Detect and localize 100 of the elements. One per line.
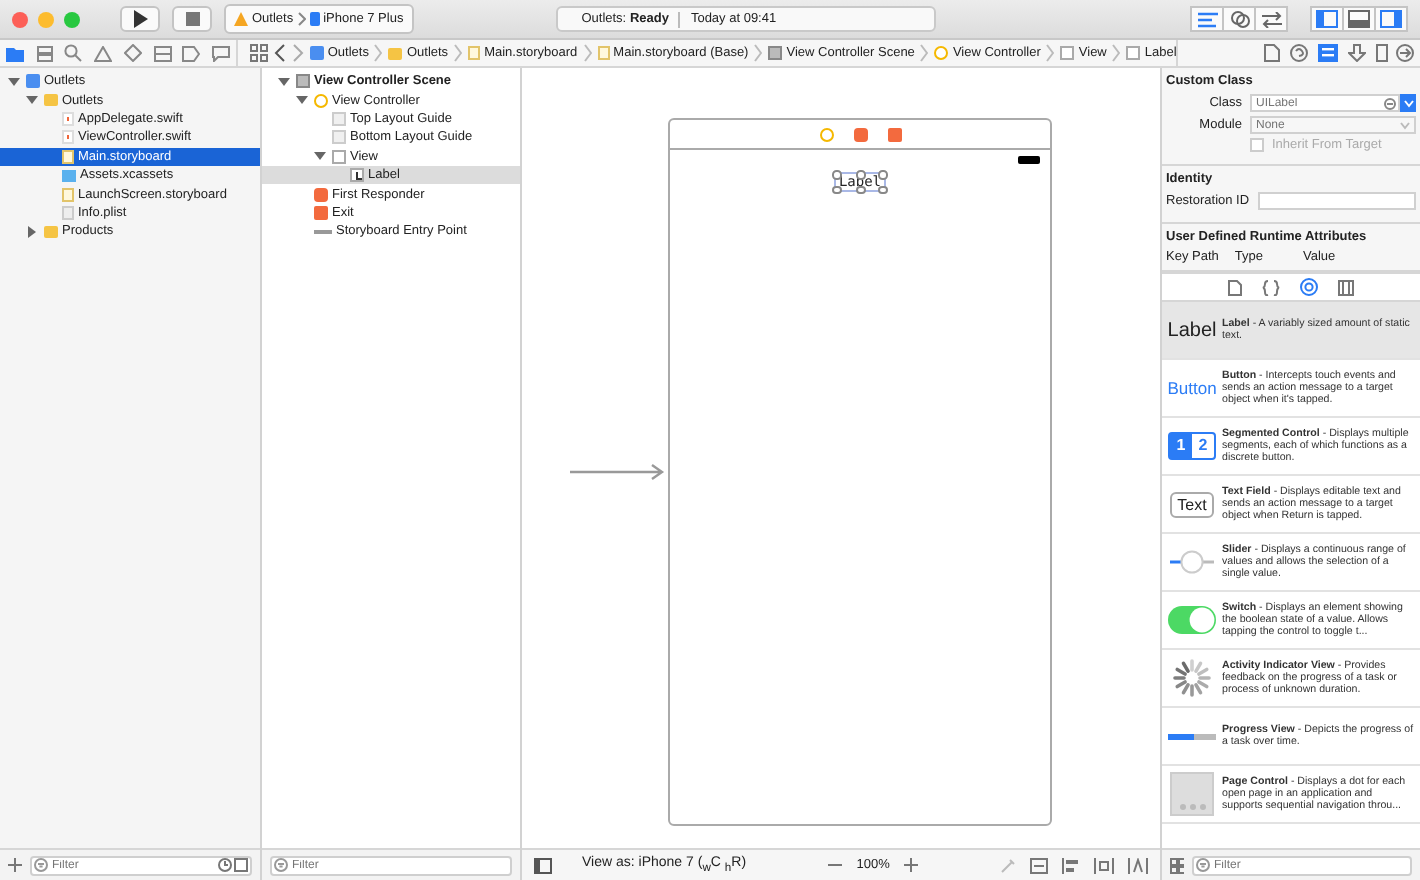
- chevron-icon: [1046, 44, 1055, 62]
- debug-toggle-button[interactable]: [1342, 6, 1376, 32]
- clock-icon[interactable]: [218, 858, 232, 872]
- help-icon[interactable]: [1289, 44, 1308, 62]
- hierarchy-icon[interactable]: [35, 45, 54, 61]
- stop-icon: [185, 12, 199, 26]
- dropdown-button[interactable]: [1400, 94, 1416, 112]
- project-icon: [26, 74, 40, 89]
- grid-icon[interactable]: [1170, 857, 1184, 873]
- ruler-icon[interactable]: [1375, 44, 1388, 62]
- media-icon[interactable]: [1338, 279, 1354, 295]
- stop-button[interactable]: [172, 6, 212, 32]
- sidebar-icon[interactable]: [534, 857, 552, 873]
- right-panel-icon: [1380, 10, 1402, 28]
- lines-icon: [1197, 11, 1217, 27]
- spinner-icon: [1172, 658, 1212, 698]
- label-icon: [1126, 46, 1141, 60]
- exit-icon[interactable]: [887, 127, 901, 141]
- speech-bubble-icon[interactable]: [212, 45, 230, 61]
- folder-icon: [388, 47, 403, 59]
- scene-icon: [296, 74, 310, 89]
- navigator-toggle-button[interactable]: [1310, 6, 1344, 32]
- pin-icon[interactable]: [1094, 857, 1115, 873]
- chevron-icon: [297, 12, 306, 26]
- chevron-icon: [374, 44, 383, 62]
- utilities-toggle-button[interactable]: [1374, 6, 1408, 32]
- segment-number: 1: [1170, 434, 1192, 458]
- text-field-preview: Text: [1169, 491, 1215, 517]
- search-icon[interactable]: [64, 44, 83, 62]
- button-preview: Button: [1167, 378, 1217, 398]
- bottom-panel-icon: [1348, 10, 1370, 28]
- left-panel-icon: [1316, 10, 1338, 28]
- chevron-icon: [1112, 44, 1121, 62]
- align-icon[interactable]: [1062, 857, 1081, 873]
- rings-icon: [1229, 10, 1249, 28]
- square-icon[interactable]: [234, 858, 248, 872]
- chevron-icon: [454, 44, 463, 62]
- progress-bar-drawing: [1168, 733, 1216, 739]
- first-responder-icon[interactable]: [853, 127, 867, 141]
- view-icon: [332, 149, 346, 164]
- close-button[interactable]: [12, 11, 28, 27]
- disclosure-open-icon[interactable]: [278, 75, 292, 88]
- restoration-id-field[interactable]: [1257, 192, 1416, 210]
- label-icon: [350, 168, 364, 183]
- back-icon[interactable]: [273, 44, 286, 62]
- first-responder-icon: [314, 187, 328, 202]
- segment-number: 2: [1196, 434, 1210, 458]
- debug-icon[interactable]: [153, 45, 172, 61]
- scene-icon: [768, 46, 783, 60]
- view-controller-icon: [314, 93, 328, 108]
- swap-arrows-icon: [1261, 11, 1281, 27]
- checkbox[interactable]: [1250, 138, 1264, 152]
- add-icon[interactable]: [8, 858, 22, 872]
- warning-icon[interactable]: [94, 45, 113, 61]
- entry-point-arrow: [570, 464, 666, 480]
- standard-editor-button[interactable]: [1190, 6, 1224, 32]
- exit-icon: [314, 205, 328, 220]
- label-preview: Label: [1167, 319, 1217, 341]
- storyboard-file-icon: [62, 187, 74, 202]
- id-card-icon[interactable]: [1317, 44, 1338, 62]
- file-icon[interactable]: [1228, 279, 1242, 295]
- file-icon[interactable]: [1263, 44, 1280, 62]
- view-icon: [1060, 46, 1075, 60]
- chevron-down-icon: [1400, 121, 1410, 129]
- folder-icon: [44, 225, 58, 238]
- chevron-icon: [583, 44, 592, 62]
- chevron-icon: [920, 44, 929, 62]
- folder-icon[interactable]: [5, 45, 24, 61]
- braces-icon[interactable]: [1262, 279, 1280, 295]
- chevron-icon: [754, 44, 763, 62]
- disclosure-open-icon[interactable]: [26, 94, 40, 107]
- diamond-icon[interactable]: [123, 44, 142, 62]
- view-controller-icon: [934, 46, 949, 60]
- disclosure-open-icon[interactable]: [8, 75, 22, 88]
- version-editor-button[interactable]: [1254, 6, 1288, 32]
- grid-icon[interactable]: [249, 44, 268, 62]
- object-library-icon[interactable]: [1300, 278, 1318, 296]
- app-icon: [234, 12, 248, 26]
- phone-icon: [309, 12, 320, 26]
- project-icon: [309, 46, 324, 60]
- disclosure-open-icon[interactable]: [296, 94, 310, 107]
- asset-catalog-icon: [62, 169, 76, 182]
- slider-drawing: [1170, 550, 1214, 574]
- plist-file-icon: [62, 205, 74, 220]
- arrow-down-icon[interactable]: [1347, 44, 1366, 62]
- storyboard-file-icon: [62, 149, 74, 164]
- minus-icon[interactable]: [828, 858, 843, 872]
- assistant-editor-button[interactable]: [1222, 6, 1256, 32]
- stack-icon[interactable]: [1030, 857, 1049, 873]
- resolve-icon[interactable]: [1128, 857, 1149, 873]
- plus-icon[interactable]: [903, 858, 918, 872]
- disclosure-closed-icon[interactable]: [26, 225, 40, 238]
- switch-drawing: [1168, 606, 1216, 634]
- battery-icon: [1018, 156, 1040, 164]
- folder-icon: [44, 94, 58, 107]
- breakpoint-icon[interactable]: [182, 45, 201, 61]
- page-control-drawing: [1170, 772, 1214, 816]
- storyboard-file-icon: [597, 46, 610, 60]
- run-button[interactable]: [120, 6, 160, 32]
- storyboard-file-icon: [468, 46, 481, 60]
